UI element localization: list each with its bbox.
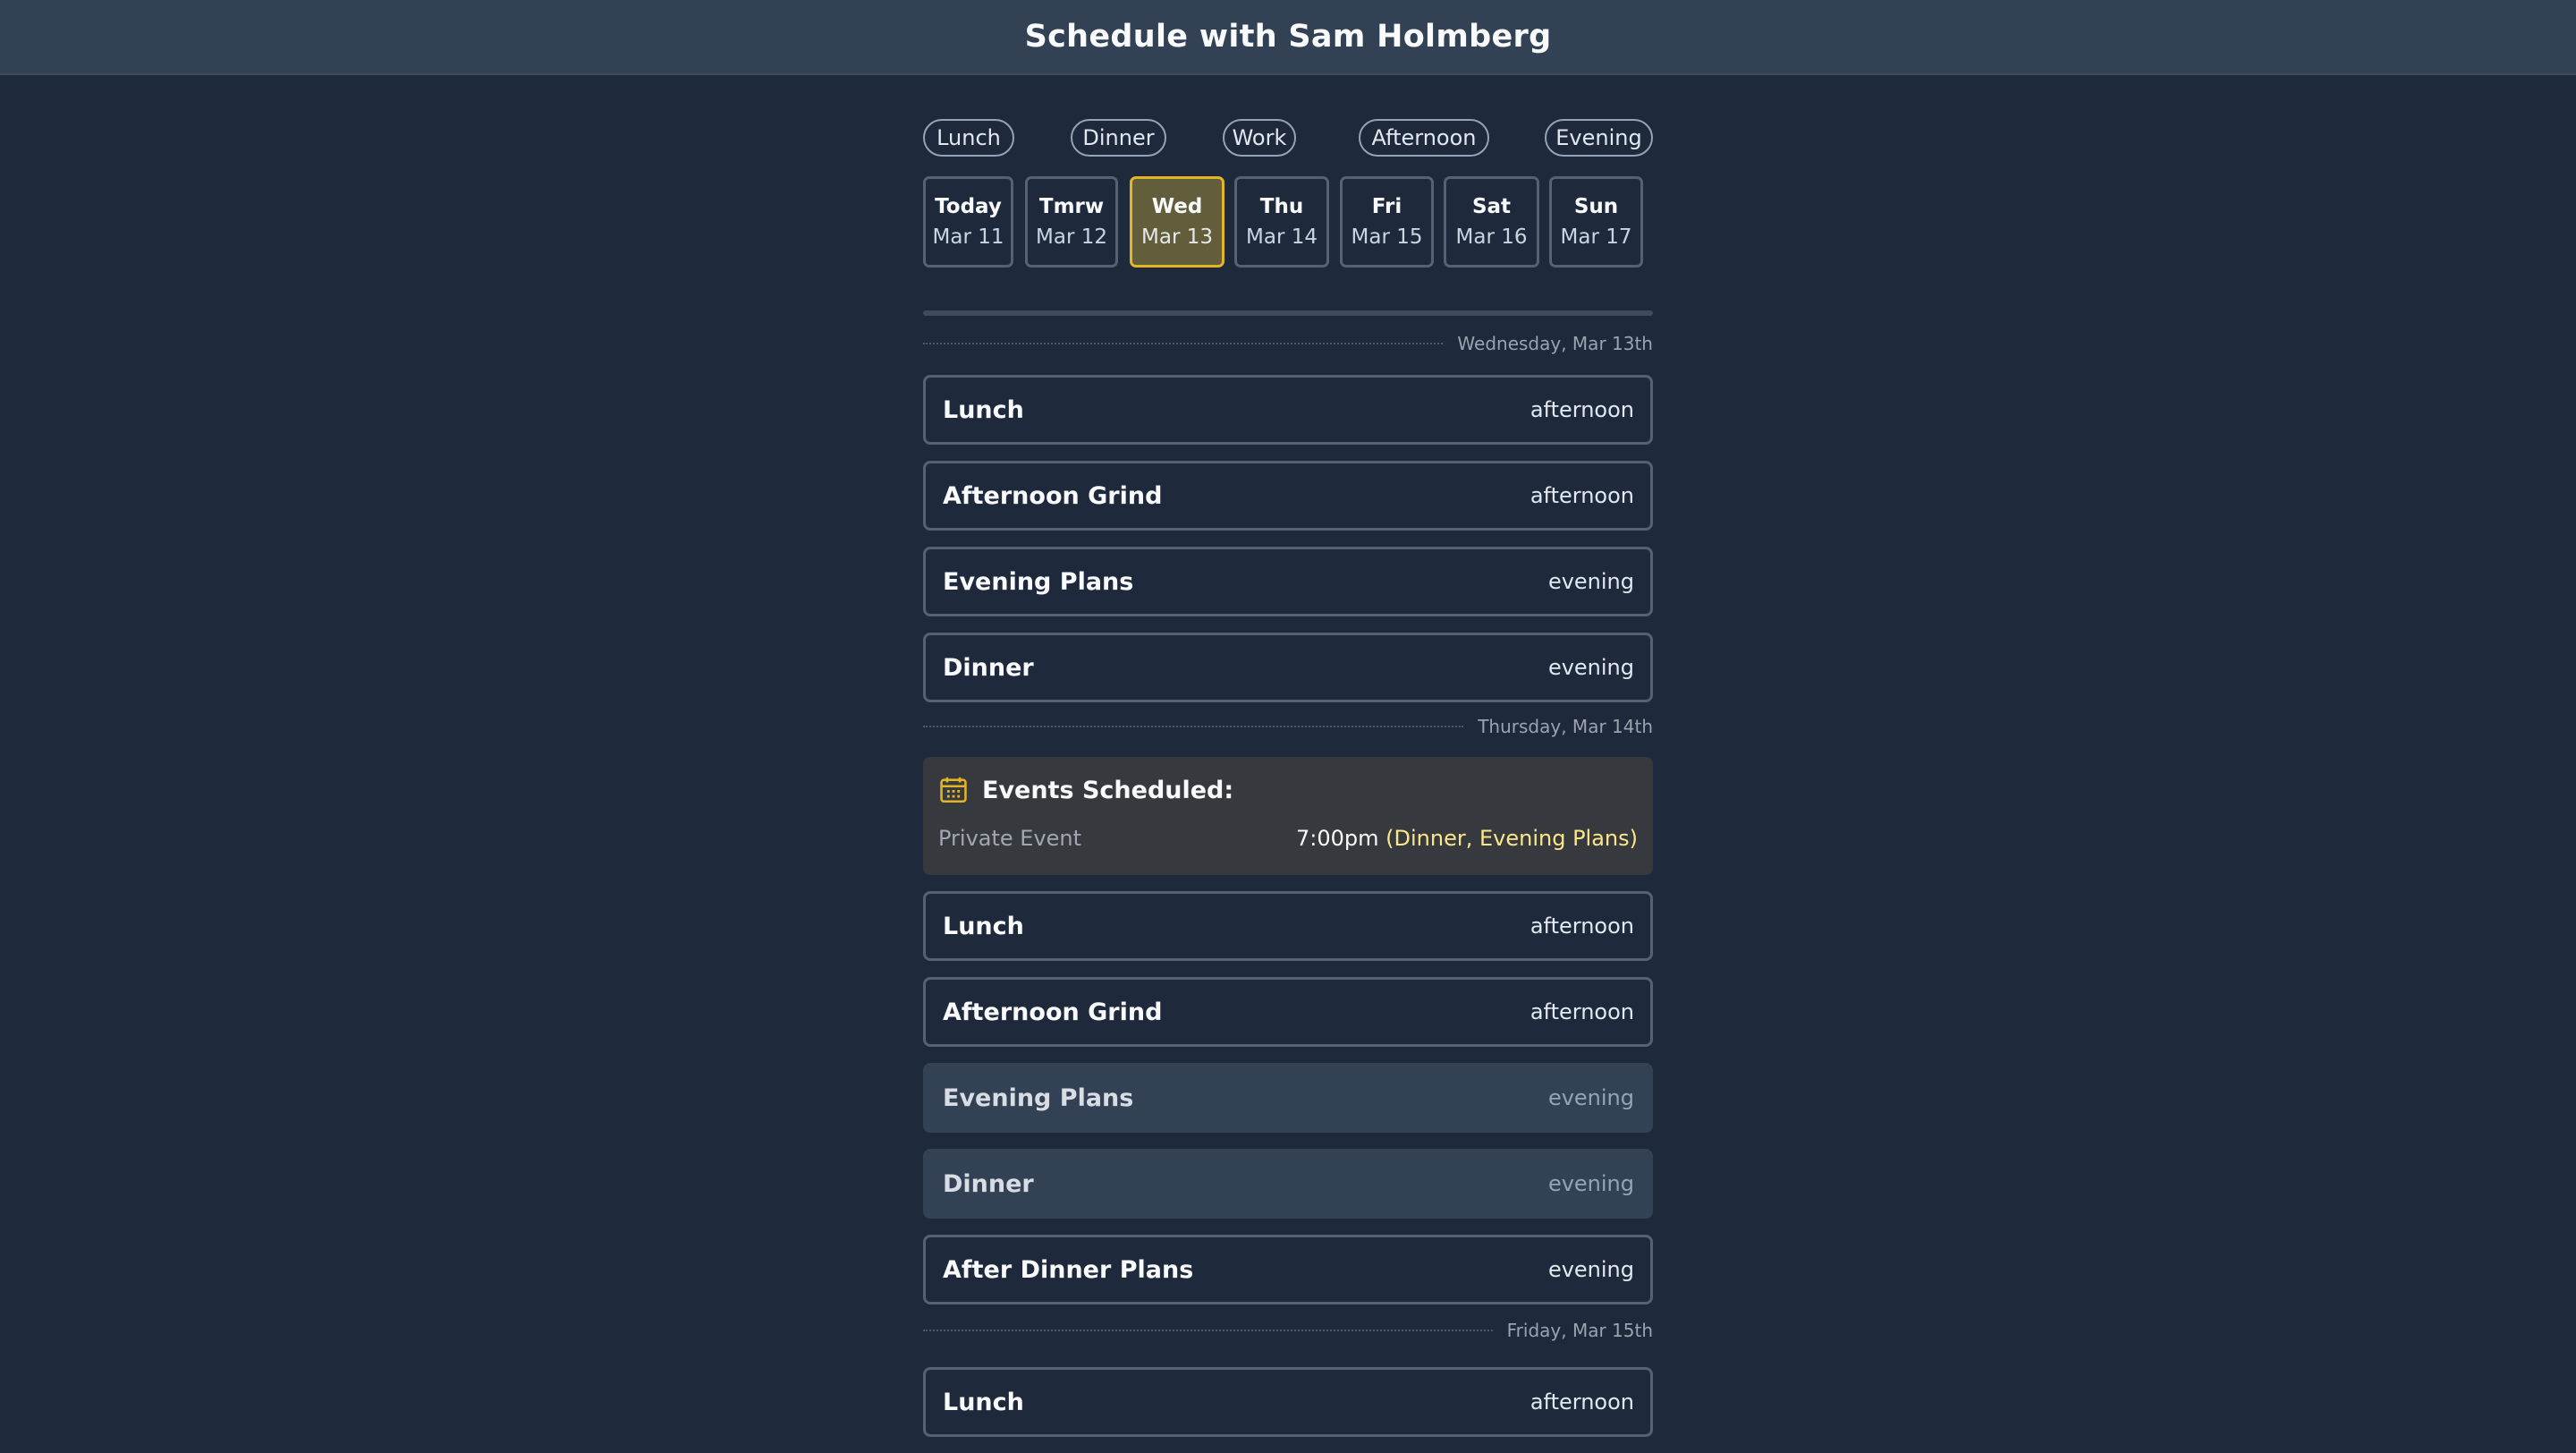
slot-time: evening	[1547, 1171, 1634, 1196]
slot-lunch[interactable]: Lunch afternoon	[923, 375, 1653, 445]
slot-name: Afternoon Grind	[943, 481, 1163, 510]
day-date: Mar 14	[1246, 225, 1318, 249]
day-name: Thu	[1259, 195, 1304, 218]
day-date: Mar 15	[1351, 225, 1423, 249]
slot-name: Evening Plans	[943, 567, 1134, 596]
page-title: Schedule with Sam Holmberg	[1024, 19, 1552, 55]
events-title: Events Scheduled:	[982, 776, 1234, 804]
date-separator: Wednesday, Mar 13th	[923, 328, 1653, 359]
slot-list: Wednesday, Mar 13th Lunch afternoon Afte…	[923, 328, 1653, 1437]
slot-evening-plans-booked[interactable]: Evening Plans evening	[923, 1063, 1653, 1133]
day-date: Mar 16	[1455, 225, 1528, 249]
slot-name: Dinner	[943, 653, 1034, 682]
filter-chip-work[interactable]: Work	[1223, 119, 1296, 157]
slot-lunch[interactable]: Lunch afternoon	[923, 891, 1653, 961]
day-name: Tmrw	[1038, 195, 1105, 218]
dotted-line	[923, 343, 1444, 344]
event-time: 7:00pm	[1296, 826, 1379, 851]
day-name: Wed	[1151, 195, 1203, 218]
slot-time: afternoon	[1530, 483, 1634, 508]
day-button-today[interactable]: Today Mar 11	[923, 176, 1013, 268]
slot-evening-plans[interactable]: Evening Plans evening	[923, 547, 1653, 616]
date-label: Wednesday, Mar 13th	[1457, 333, 1653, 354]
day-picker: Today Mar 11 Tmrw Mar 12 Wed Mar 13 Thu …	[923, 176, 1653, 268]
date-separator: Friday, Mar 15th	[923, 1315, 1653, 1346]
calendar-icon	[940, 777, 967, 803]
date-label: Friday, Mar 15th	[1506, 1320, 1653, 1341]
event-row: Private Event 7:00pm (Dinner, Evening Pl…	[938, 826, 1638, 851]
slot-dinner-booked[interactable]: Dinner evening	[923, 1149, 1653, 1219]
day-button-sat[interactable]: Sat Mar 16	[1444, 176, 1539, 268]
section-divider	[923, 310, 1653, 316]
slot-name: Lunch	[943, 395, 1024, 424]
slot-time: evening	[1547, 1085, 1634, 1110]
day-button-sun[interactable]: Sun Mar 17	[1549, 176, 1643, 268]
events-scheduled-card: Events Scheduled: Private Event 7:00pm (…	[923, 757, 1653, 875]
slot-name: After Dinner Plans	[943, 1255, 1194, 1284]
dotted-line	[923, 1330, 1493, 1331]
filter-chip-afternoon[interactable]: Afternoon	[1359, 119, 1489, 157]
slot-time: afternoon	[1530, 999, 1634, 1024]
slot-time: evening	[1547, 569, 1634, 594]
day-date: Mar 11	[932, 225, 1004, 249]
day-date: Mar 17	[1560, 225, 1632, 249]
day-name: Today	[935, 195, 1002, 218]
schedule-panel: Lunch Dinner Work Afternoon Evening Toda…	[923, 75, 1653, 1453]
slot-time: afternoon	[1530, 397, 1634, 422]
event-slots: (Dinner, Evening Plans)	[1385, 826, 1638, 851]
slot-time: afternoon	[1530, 913, 1634, 939]
day-button-wed[interactable]: Wed Mar 13	[1130, 176, 1224, 268]
event-time-wrap: 7:00pm (Dinner, Evening Plans)	[1296, 826, 1638, 851]
date-label: Thursday, Mar 14th	[1478, 716, 1653, 737]
filter-chip-dinner[interactable]: Dinner	[1071, 119, 1166, 157]
slot-name: Afternoon Grind	[943, 998, 1163, 1026]
dotted-line	[923, 726, 1464, 727]
slot-name: Lunch	[943, 1388, 1024, 1416]
slot-afternoon-grind[interactable]: Afternoon Grind afternoon	[923, 977, 1653, 1047]
day-button-thu[interactable]: Thu Mar 14	[1234, 176, 1329, 268]
day-name: Fri	[1371, 195, 1402, 218]
events-header: Events Scheduled:	[938, 775, 1638, 805]
slot-after-dinner-plans[interactable]: After Dinner Plans evening	[923, 1235, 1653, 1304]
filter-chips: Lunch Dinner Work Afternoon Evening	[923, 119, 1653, 160]
slot-name: Lunch	[943, 912, 1024, 940]
slot-afternoon-grind[interactable]: Afternoon Grind afternoon	[923, 461, 1653, 531]
slot-name: Evening Plans	[943, 1083, 1134, 1112]
day-date: Mar 12	[1036, 225, 1107, 249]
slot-time: evening	[1547, 1257, 1634, 1282]
date-separator: Thursday, Mar 14th	[923, 711, 1653, 742]
day-button-fri[interactable]: Fri Mar 15	[1340, 176, 1434, 268]
event-name: Private Event	[938, 826, 1082, 851]
slot-name: Dinner	[943, 1169, 1034, 1198]
filter-chip-evening[interactable]: Evening	[1545, 119, 1653, 157]
day-name: Sat	[1471, 195, 1512, 218]
day-date: Mar 13	[1141, 225, 1213, 249]
day-button-tomorrow[interactable]: Tmrw Mar 12	[1025, 176, 1118, 268]
slot-lunch[interactable]: Lunch afternoon	[923, 1367, 1653, 1437]
filter-chip-lunch[interactable]: Lunch	[923, 119, 1014, 157]
day-name: Sun	[1573, 195, 1619, 218]
slot-time: evening	[1547, 655, 1634, 680]
slot-dinner[interactable]: Dinner evening	[923, 633, 1653, 702]
page-header: Schedule with Sam Holmberg	[0, 0, 2576, 75]
slot-time: afternoon	[1530, 1389, 1634, 1415]
